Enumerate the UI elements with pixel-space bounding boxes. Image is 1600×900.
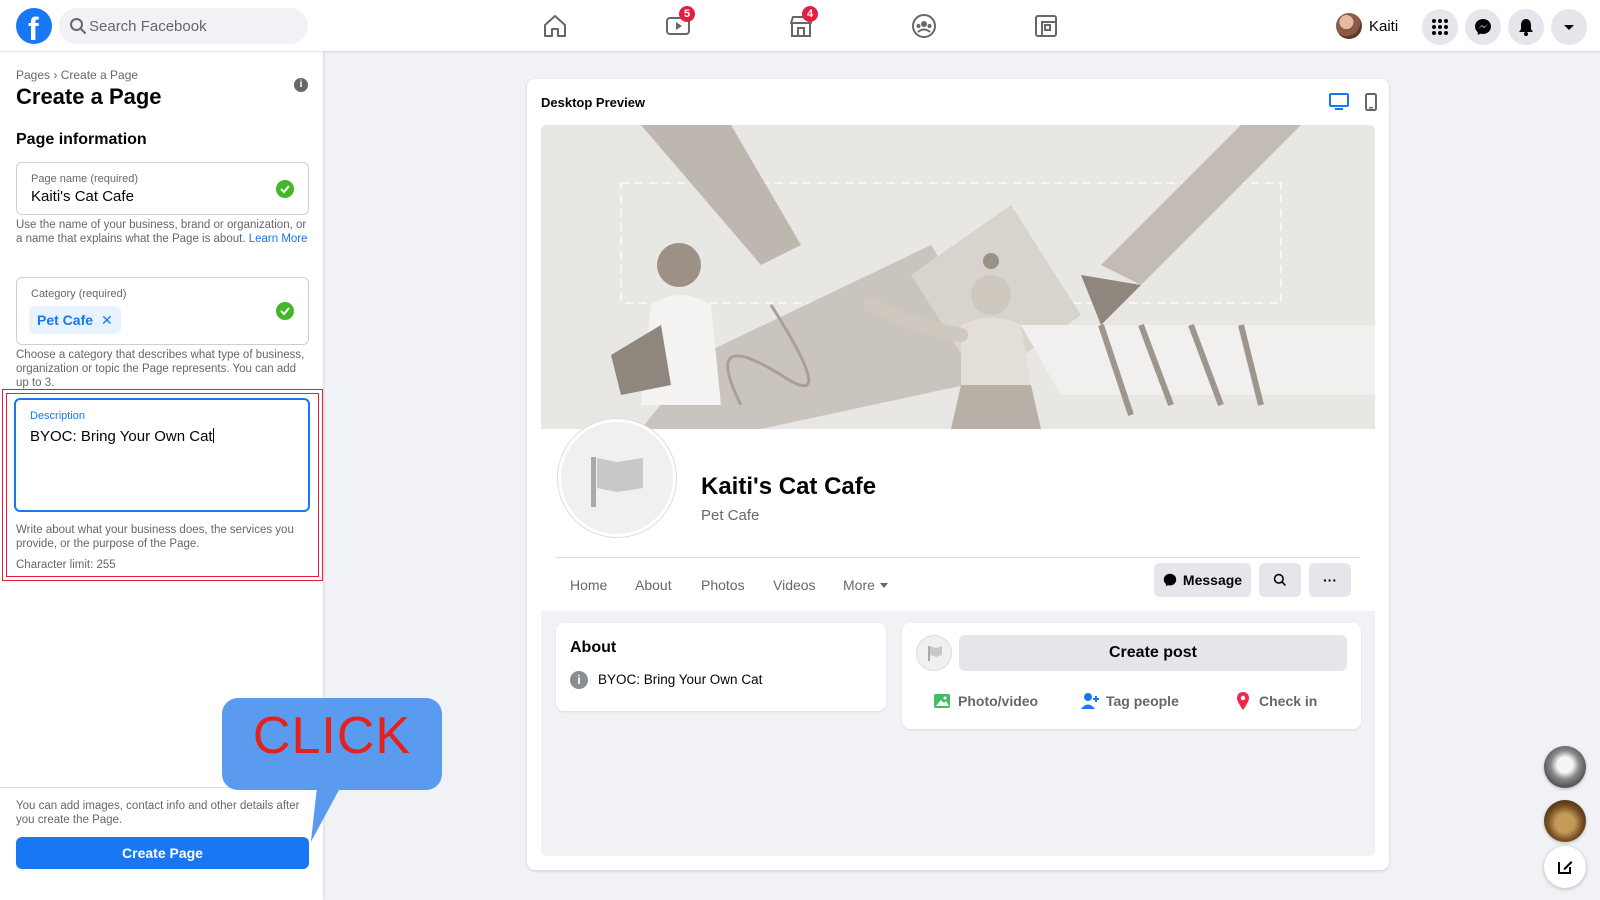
menu-button[interactable] [1422, 9, 1458, 45]
page-name-helper: Use the name of your business, brand or … [16, 218, 309, 246]
check-icon [276, 302, 294, 320]
search-icon [1273, 573, 1286, 586]
create-page-button[interactable]: Create Page [16, 837, 309, 869]
search-input[interactable] [89, 8, 299, 44]
create-post-button[interactable]: Create post [959, 635, 1347, 671]
header-divider [556, 557, 1360, 558]
preview-page-name: Kaiti's Cat Cafe [701, 473, 877, 500]
page-avatar [916, 635, 952, 671]
close-icon[interactable]: ✕ [101, 312, 113, 329]
about-card: About i BYOC: Bring Your Own Cat [556, 623, 886, 711]
info-icon: i [570, 671, 588, 689]
page-title: Create a Page [16, 84, 162, 109]
category-label: Category (required) [31, 288, 127, 300]
marketplace-badge: 4 [802, 6, 818, 22]
tab-home[interactable]: Home [570, 577, 607, 593]
photo-video-button[interactable]: Photo/video [932, 691, 1038, 711]
facebook-logo[interactable]: f [16, 8, 52, 47]
desktop-icon[interactable] [1329, 93, 1349, 111]
avatar [1336, 13, 1362, 39]
preview-page-category: Pet Cafe [701, 507, 760, 524]
description-value[interactable]: BYOC: Bring Your Own Cat [30, 428, 214, 445]
messenger-button[interactable] [1465, 9, 1501, 45]
about-title: About [570, 639, 617, 656]
photo-video-label: Photo/video [958, 693, 1039, 709]
contact-avatar[interactable] [1544, 800, 1586, 842]
top-navigation-bar: f 5 4 Kaiti [0, 0, 1600, 51]
footer-note: You can add images, contact info and oth… [16, 800, 300, 826]
page-header: Kaiti's Cat Cafe Pet Cafe Home About Pho… [541, 419, 1375, 611]
page-name-value[interactable]: Kaiti's Cat Cafe [31, 188, 134, 205]
more-options-label: ··· [1323, 572, 1337, 588]
tab-photos[interactable]: Photos [701, 577, 745, 593]
desktop-preview-card: Desktop Preview Kaiti's Cat Cafe Pet Caf… [527, 79, 1389, 870]
bell-icon [1519, 19, 1533, 36]
preview-page: Kaiti's Cat Cafe Pet Cafe Home About Pho… [541, 125, 1375, 856]
mobile-icon[interactable] [1361, 93, 1381, 111]
callout-text: CLICK [252, 707, 412, 765]
messenger-icon [1475, 19, 1491, 35]
watch-tab[interactable]: 5 [664, 6, 695, 40]
chevron-down-icon [1564, 25, 1574, 30]
flag-icon [591, 457, 643, 507]
messenger-icon [1163, 573, 1177, 587]
about-description: BYOC: Bring Your Own Cat [598, 672, 763, 687]
description-helper: Write about what your business does, the… [16, 524, 294, 550]
caret-down-icon [879, 583, 888, 588]
location-pin-icon [1237, 692, 1249, 710]
tab-more-label: More [843, 577, 875, 593]
profile-picture[interactable] [558, 419, 676, 537]
description-text: BYOC: Bring Your Own Cat [30, 428, 213, 445]
flag-icon [928, 646, 942, 661]
cover-illustration [541, 125, 1375, 429]
preview-title: Desktop Preview [541, 95, 646, 110]
profile-name: Kaiti [1369, 17, 1399, 35]
account-button[interactable] [1551, 9, 1587, 45]
click-callout: CLICK [222, 698, 442, 790]
message-label: Message [1182, 572, 1243, 588]
tag-people-button[interactable]: Tag people [1080, 691, 1179, 711]
tab-videos[interactable]: Videos [773, 577, 816, 593]
character-limit: Character limit: 255 [16, 559, 116, 571]
info-icon[interactable]: i [294, 78, 308, 92]
more-options-button[interactable]: ··· [1309, 563, 1351, 597]
category-chip-label: Pet Cafe [37, 312, 94, 328]
compose-icon [1558, 861, 1573, 874]
check-in-button[interactable]: Check in [1233, 691, 1317, 711]
description-field[interactable]: Description BYOC: Bring Your Own Cat [14, 398, 310, 512]
page-name-label: Page name (required) [31, 173, 139, 185]
text-caret [212, 428, 214, 443]
new-message-button[interactable] [1544, 846, 1586, 888]
section-title: Page information [16, 131, 147, 148]
tag-people-label: Tag people [1106, 693, 1179, 709]
category-helper: Choose a category that describes what ty… [16, 349, 305, 389]
tab-about[interactable]: About [635, 577, 672, 593]
tab-more[interactable]: More [843, 577, 888, 593]
create-post-card: Create post Photo/video Tag people Check… [902, 623, 1361, 729]
search-icon [70, 18, 86, 34]
description-label: Description [30, 410, 86, 422]
video-badge: 5 [679, 6, 695, 22]
tag-people-icon [1081, 693, 1099, 709]
check-icon [276, 180, 294, 198]
search-box[interactable] [59, 8, 308, 44]
groups-icon[interactable] [910, 12, 938, 40]
message-button[interactable]: Message [1154, 563, 1251, 597]
search-page-button[interactable] [1259, 563, 1301, 597]
category-chip[interactable]: Pet Cafe ✕ [29, 306, 121, 334]
notifications-button[interactable] [1508, 9, 1544, 45]
category-field[interactable]: Category (required) Pet Cafe ✕ [16, 277, 309, 345]
breadcrumb[interactable]: Pages › Create a Page [16, 68, 138, 82]
marketplace-tab[interactable]: 4 [787, 6, 818, 40]
photo-icon [934, 694, 950, 708]
contact-avatar[interactable] [1544, 746, 1586, 788]
grid-icon [1432, 19, 1448, 35]
profile-chip[interactable]: Kaiti [1336, 11, 1398, 41]
page-name-field[interactable]: Page name (required) Kaiti's Cat Cafe [16, 162, 309, 215]
check-in-label: Check in [1259, 693, 1318, 709]
learn-more-link[interactable]: Learn More [249, 233, 308, 245]
home-icon[interactable] [541, 12, 569, 40]
gaming-icon[interactable] [1032, 12, 1060, 40]
